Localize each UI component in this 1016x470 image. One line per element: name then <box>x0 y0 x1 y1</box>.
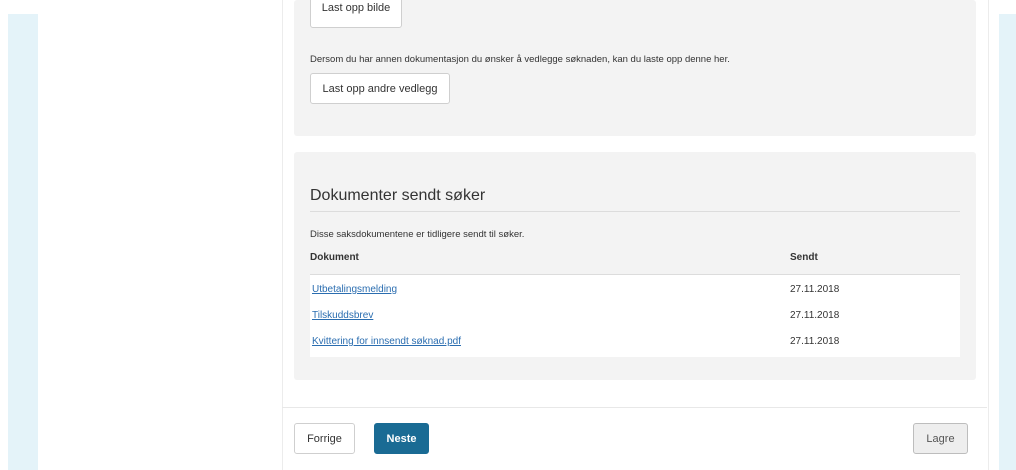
upload-other-attachments-button[interactable]: Last opp andre vedlegg <box>310 73 450 104</box>
sent-date: 27.11.2018 <box>790 336 840 347</box>
left-background-band <box>8 14 38 470</box>
footer-divider <box>282 407 987 408</box>
table-row: Tilskuddsbrev 27.11.2018 <box>310 301 960 327</box>
table-row: Kvittering for innsendt søknad.pdf 27.11… <box>310 327 960 353</box>
document-link[interactable]: Utbetalingsmelding <box>312 284 397 295</box>
other-documentation-info: Dersom du har annen dokumentasjon du øns… <box>310 54 730 65</box>
right-background-band <box>999 14 1016 470</box>
upload-image-button-label: Last opp bilde <box>321 2 391 14</box>
sent-date: 27.11.2018 <box>790 310 840 321</box>
documents-table-body: Utbetalingsmelding 27.11.2018 Tilskuddsb… <box>310 274 960 357</box>
upload-image-button[interactable]: Last opp bilde <box>310 0 402 28</box>
document-link[interactable]: Tilskuddsbrev <box>312 310 373 321</box>
column-header-sent: Sendt <box>790 252 818 263</box>
save-button[interactable]: Lagre <box>913 423 968 454</box>
documents-sent-panel: Dokumenter sendt søker Disse saksdokumen… <box>294 152 976 380</box>
next-button[interactable]: Neste <box>374 423 429 454</box>
table-row: Utbetalingsmelding 27.11.2018 <box>310 275 960 301</box>
upload-panel: Last opp bilde Dersom du har annen dokum… <box>294 0 976 136</box>
column-header-document: Dokument <box>310 252 359 263</box>
documents-sent-description: Disse saksdokumentene er tidligere sendt… <box>310 229 525 240</box>
previous-button[interactable]: Forrige <box>294 423 355 454</box>
title-divider <box>310 211 960 212</box>
sent-date: 27.11.2018 <box>790 284 840 295</box>
documents-sent-title: Dokumenter sendt søker <box>310 187 486 204</box>
document-link[interactable]: Kvittering for innsendt søknad.pdf <box>312 336 461 347</box>
